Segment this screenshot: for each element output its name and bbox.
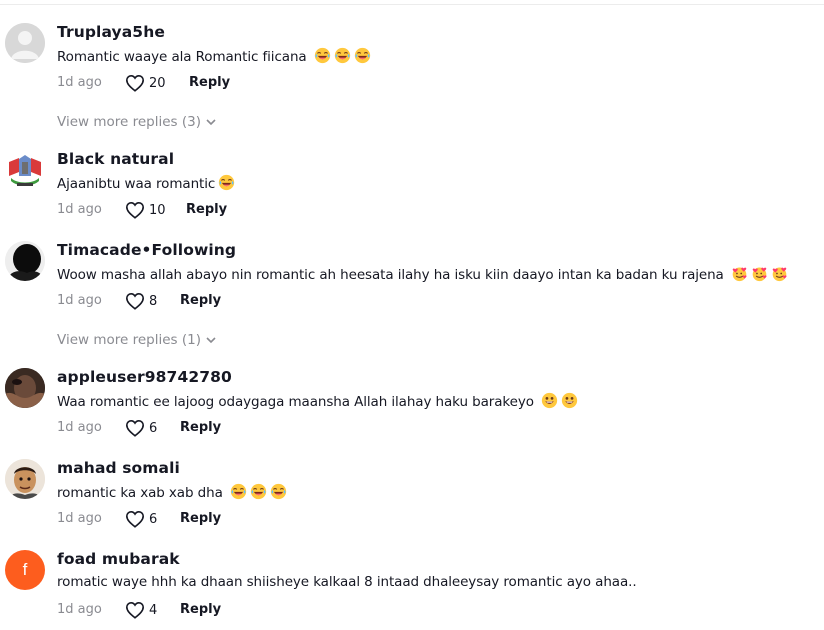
avatar[interactable] <box>5 459 45 499</box>
silhouette-avatar-icon <box>5 241 45 281</box>
like-count: 6 <box>149 420 158 436</box>
chevron-down-icon <box>206 118 216 125</box>
comment-text: Woow masha allah abayo nin romantic ah h… <box>57 265 788 286</box>
avatar[interactable] <box>5 241 45 281</box>
avatar[interactable]: f <box>5 550 45 590</box>
comment-date: 1d ago <box>57 293 102 308</box>
reply-button[interactable]: Reply <box>180 602 221 617</box>
hearts-emoji-icon <box>731 265 748 286</box>
comment-text: Romantic waaye ala Romantic fiicana <box>57 47 371 68</box>
like-button[interactable]: 10 <box>125 201 166 219</box>
reply-button[interactable]: Reply <box>186 202 227 217</box>
like-button[interactable]: 6 <box>125 419 157 437</box>
heart-icon <box>125 292 145 310</box>
avatar[interactable] <box>5 150 45 190</box>
like-count: 4 <box>149 602 158 618</box>
avatar[interactable] <box>5 368 45 408</box>
avatar[interactable] <box>5 23 45 63</box>
comment-username[interactable]: Timacade•Following <box>57 241 236 259</box>
reply-button[interactable]: Reply <box>180 420 221 435</box>
laugh-emoji-icon <box>270 483 287 504</box>
comment-text: Ajaanibtu waa romantic <box>57 174 235 195</box>
reply-button[interactable]: Reply <box>189 75 230 90</box>
reply-button[interactable]: Reply <box>180 511 221 526</box>
like-count: 10 <box>149 202 166 218</box>
comment-username[interactable]: Truplaya5he <box>57 23 165 41</box>
laugh-emoji-icon <box>250 483 267 504</box>
heart-icon <box>125 510 145 528</box>
comment-date: 1d ago <box>57 511 102 526</box>
emoji-group <box>311 47 371 68</box>
comment-meta: 1d ago 4 Reply <box>57 601 457 619</box>
chevron-down-icon <box>206 336 216 343</box>
comment-date: 1d ago <box>57 75 102 90</box>
like-count: 20 <box>149 75 166 91</box>
avatar-letter: f <box>22 560 28 579</box>
laugh-emoji-icon <box>230 483 247 504</box>
like-button[interactable]: 8 <box>125 292 157 310</box>
comment-meta: 1d ago 6 Reply <box>57 419 457 437</box>
photo-avatar-icon <box>5 368 45 408</box>
emoji-group <box>728 267 788 283</box>
emoji-group <box>538 392 578 413</box>
view-more-replies[interactable]: View more replies (1) <box>57 332 216 348</box>
laugh-emoji-icon <box>354 47 371 68</box>
flag-emblem-icon <box>5 150 45 190</box>
like-button[interactable]: 6 <box>125 510 157 528</box>
comment-date: 1d ago <box>57 420 102 435</box>
comment-date: 1d ago <box>57 602 102 617</box>
comment-text: romantic ka xab xab dha <box>57 483 287 504</box>
default-avatar-icon <box>5 23 45 63</box>
like-button[interactable]: 4 <box>125 601 157 619</box>
comment-username[interactable]: mahad somali <box>57 459 180 477</box>
heart-icon <box>125 419 145 437</box>
cartoon-face-avatar-icon <box>5 459 45 499</box>
comment-text: romatic waye hhh ka dhaan shiisheye kalk… <box>57 574 637 590</box>
heart-icon <box>125 74 145 92</box>
comment-username[interactable]: Black natural <box>57 150 174 168</box>
heart-icon <box>125 601 145 619</box>
heart-icon <box>125 201 145 219</box>
view-more-replies[interactable]: View more replies (3) <box>57 114 216 130</box>
comment-text: Waa romantic ee lajoog odaygaga maansha … <box>57 392 578 413</box>
comment-meta: 1d ago 10 Reply <box>57 201 457 219</box>
reply-button[interactable]: Reply <box>180 293 221 308</box>
laugh-emoji-icon <box>218 174 235 195</box>
grin-emoji-icon <box>541 392 558 413</box>
hearts-emoji-icon <box>771 265 788 286</box>
laugh-emoji-icon <box>334 47 351 68</box>
divider <box>0 4 824 5</box>
hearts-emoji-icon <box>751 265 768 286</box>
emoji-group <box>215 174 235 195</box>
comment-meta: 1d ago 6 Reply <box>57 510 457 528</box>
like-count: 6 <box>149 511 158 527</box>
grin-emoji-icon <box>561 392 578 413</box>
emoji-group <box>227 483 287 504</box>
laugh-emoji-icon <box>314 47 331 68</box>
comment-meta: 1d ago 8 Reply <box>57 292 457 310</box>
like-count: 8 <box>149 293 158 309</box>
comment-meta: 1d ago 20 Reply <box>57 74 457 92</box>
comment-username[interactable]: appleuser98742780 <box>57 368 232 386</box>
comment-date: 1d ago <box>57 202 102 217</box>
like-button[interactable]: 20 <box>125 74 166 92</box>
comment-username[interactable]: foad mubarak <box>57 550 180 568</box>
